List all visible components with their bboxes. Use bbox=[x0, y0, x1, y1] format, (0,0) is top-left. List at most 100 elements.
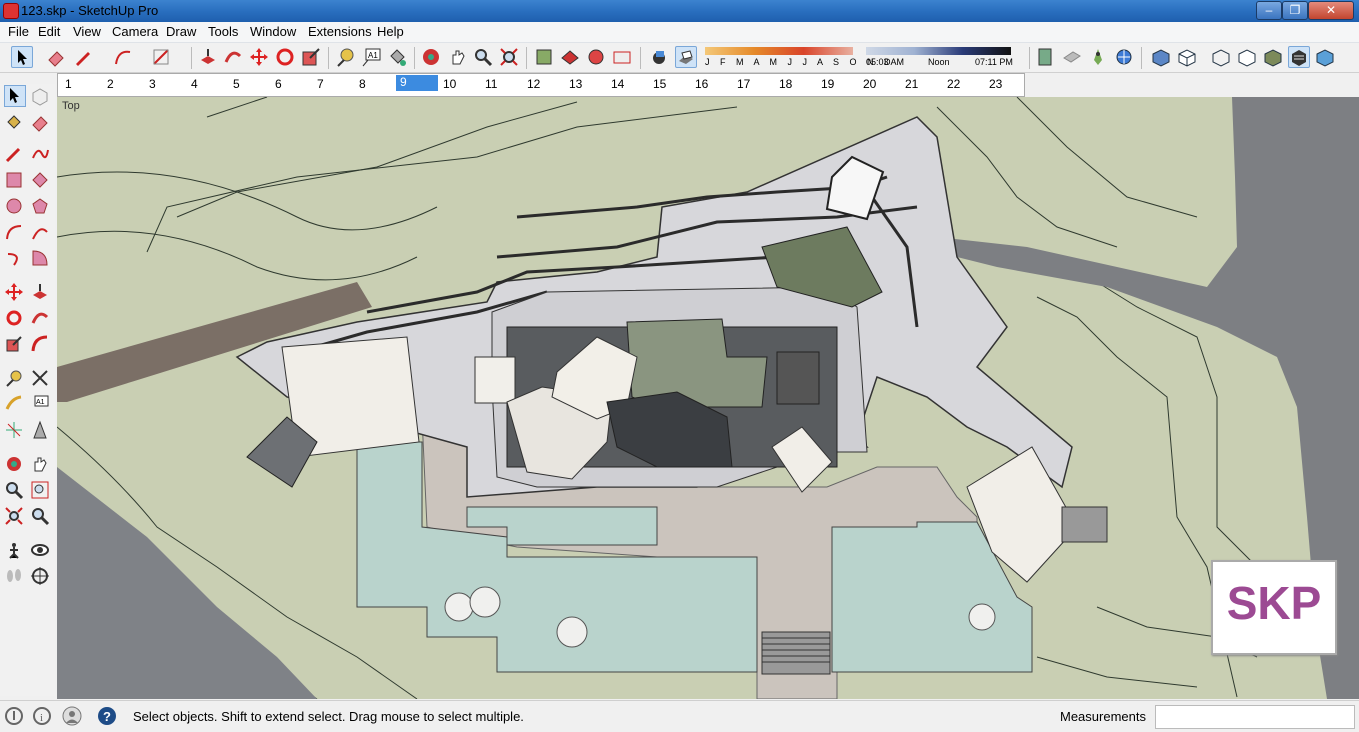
wireframe-style-icon[interactable] bbox=[1210, 46, 1232, 68]
scene-tab[interactable]: 1 bbox=[65, 77, 72, 91]
pan-tool-icon[interactable] bbox=[30, 454, 50, 474]
minimize-button[interactable]: – bbox=[1256, 1, 1282, 20]
monochrome-style-icon[interactable] bbox=[1314, 46, 1336, 68]
share-model-icon[interactable] bbox=[559, 46, 581, 68]
scene-tab[interactable]: 17 bbox=[737, 77, 750, 91]
scene-tab[interactable]: 6 bbox=[275, 77, 282, 91]
follow-me-tool-icon[interactable] bbox=[222, 46, 244, 68]
menu-edit[interactable]: Edit bbox=[38, 24, 60, 39]
look-around-tool-icon[interactable] bbox=[30, 540, 50, 560]
measurements-input[interactable] bbox=[1155, 705, 1355, 729]
scene-tab[interactable]: 12 bbox=[527, 77, 540, 91]
walk-tool-icon[interactable] bbox=[4, 566, 24, 586]
rotate-tool-icon[interactable] bbox=[4, 308, 24, 328]
display-shadows-icon[interactable] bbox=[675, 46, 697, 68]
section-plane-tool-icon[interactable] bbox=[30, 566, 50, 586]
arc-tool-icon[interactable] bbox=[112, 46, 134, 68]
zoom-tool-icon[interactable] bbox=[472, 46, 494, 68]
scene-tab[interactable]: 11 bbox=[485, 77, 497, 91]
section-plane-icon[interactable] bbox=[1035, 46, 1057, 68]
rectangle-tool-icon[interactable] bbox=[150, 46, 172, 68]
scene-tab[interactable]: 21 bbox=[905, 77, 918, 91]
menu-extensions[interactable]: Extensions bbox=[308, 24, 372, 39]
three-point-arc-tool-icon[interactable] bbox=[4, 248, 24, 268]
scene-tab[interactable]: 13 bbox=[569, 77, 582, 91]
shadow-settings-icon[interactable] bbox=[648, 46, 670, 68]
menu-tools[interactable]: Tools bbox=[208, 24, 238, 39]
back-edges-style-icon[interactable] bbox=[1176, 46, 1198, 68]
select-tool-icon[interactable] bbox=[4, 85, 26, 107]
tape-measure-tool-icon[interactable] bbox=[4, 368, 24, 388]
scene-tab[interactable]: 3 bbox=[149, 77, 156, 91]
previous-view-icon[interactable] bbox=[30, 506, 50, 526]
axes-tool-icon[interactable] bbox=[4, 420, 24, 440]
pan-tool-icon[interactable] bbox=[447, 46, 469, 68]
line-tool-icon[interactable] bbox=[4, 144, 24, 164]
zoom-extents-tool-icon[interactable] bbox=[4, 506, 24, 526]
arc-tool-icon[interactable] bbox=[4, 222, 24, 242]
text-tool-icon[interactable]: A1 bbox=[30, 394, 50, 414]
shaded-with-textures-style-icon[interactable] bbox=[1288, 46, 1310, 68]
geo-location-status-icon[interactable] bbox=[4, 706, 24, 726]
zoom-tool-icon[interactable] bbox=[4, 480, 24, 500]
menu-camera[interactable]: Camera bbox=[112, 24, 158, 39]
scene-tab[interactable]: 4 bbox=[191, 77, 198, 91]
menu-draw[interactable]: Draw bbox=[166, 24, 196, 39]
scene-tab[interactable]: 19 bbox=[821, 77, 834, 91]
display-section-planes-icon[interactable] bbox=[1061, 46, 1083, 68]
model-viewport[interactable] bbox=[57, 97, 1359, 699]
close-button[interactable]: ✕ bbox=[1308, 1, 1354, 20]
position-camera-tool-icon[interactable] bbox=[4, 540, 24, 560]
text-tool-icon[interactable]: A1 bbox=[360, 46, 382, 68]
select-tool-icon[interactable] bbox=[11, 46, 33, 68]
get-models-icon[interactable] bbox=[585, 46, 607, 68]
sketchup-app-icon[interactable] bbox=[3, 3, 19, 19]
polygon-tool-icon[interactable] bbox=[30, 196, 50, 216]
scene-tab[interactable]: 23 bbox=[989, 77, 1002, 91]
scene-tab[interactable]: 22 bbox=[947, 77, 960, 91]
3d-warehouse-icon[interactable] bbox=[533, 46, 555, 68]
hidden-line-style-icon[interactable] bbox=[1236, 46, 1258, 68]
scale-tool-icon[interactable] bbox=[300, 46, 322, 68]
geo-location-icon[interactable] bbox=[1113, 46, 1135, 68]
scene-tabs-ruler[interactable]: 1 2 3 4 5 6 7 8 9 10 11 12 13 14 15 16 1… bbox=[57, 73, 1025, 97]
orbit-tool-icon[interactable] bbox=[420, 46, 442, 68]
scene-tab[interactable]: 20 bbox=[863, 77, 876, 91]
rotated-rectangle-tool-icon[interactable] bbox=[30, 170, 50, 190]
extension-warehouse-icon[interactable] bbox=[611, 46, 633, 68]
offset-tool-icon[interactable] bbox=[30, 334, 50, 354]
dimension-tool-icon[interactable] bbox=[30, 368, 50, 388]
tape-measure-tool-icon[interactable] bbox=[334, 46, 356, 68]
pie-tool-icon[interactable] bbox=[30, 248, 50, 268]
menu-view[interactable]: View bbox=[73, 24, 101, 39]
zoom-extents-tool-icon[interactable] bbox=[498, 46, 520, 68]
follow-me-tool-icon[interactable] bbox=[30, 308, 50, 328]
shaded-style-icon[interactable] bbox=[1262, 46, 1284, 68]
instructor-help-icon[interactable]: ? bbox=[97, 706, 117, 726]
shadow-month-slider[interactable] bbox=[705, 47, 853, 55]
add-location-icon[interactable] bbox=[1087, 46, 1109, 68]
freehand-tool-icon[interactable] bbox=[30, 144, 50, 164]
menu-file[interactable]: File bbox=[8, 24, 29, 39]
credits-status-icon[interactable]: i bbox=[32, 706, 52, 726]
move-tool-icon[interactable] bbox=[4, 282, 24, 302]
scene-tab[interactable]: 15 bbox=[653, 77, 666, 91]
scene-tab[interactable]: 10 bbox=[443, 77, 456, 91]
restore-button[interactable]: ❐ bbox=[1282, 1, 1308, 20]
scene-tab[interactable]: 5 bbox=[233, 77, 240, 91]
user-account-icon[interactable] bbox=[62, 706, 82, 726]
scene-tab[interactable]: 7 bbox=[317, 77, 324, 91]
rotate-tool-icon[interactable] bbox=[274, 46, 296, 68]
scene-tab[interactable]: 16 bbox=[695, 77, 708, 91]
scene-tab[interactable]: 8 bbox=[359, 77, 366, 91]
two-point-arc-tool-icon[interactable] bbox=[30, 222, 50, 242]
make-component-tool-icon[interactable] bbox=[30, 86, 50, 106]
eraser-tool-icon[interactable] bbox=[45, 46, 67, 68]
xray-style-icon[interactable] bbox=[1150, 46, 1172, 68]
scene-tab[interactable]: 2 bbox=[107, 77, 114, 91]
scene-tab-selected[interactable]: 9 bbox=[396, 75, 438, 91]
menu-window[interactable]: Window bbox=[250, 24, 296, 39]
protractor-tool-icon[interactable] bbox=[4, 394, 24, 414]
orbit-tool-icon[interactable] bbox=[4, 454, 24, 474]
circle-tool-icon[interactable] bbox=[4, 196, 24, 216]
